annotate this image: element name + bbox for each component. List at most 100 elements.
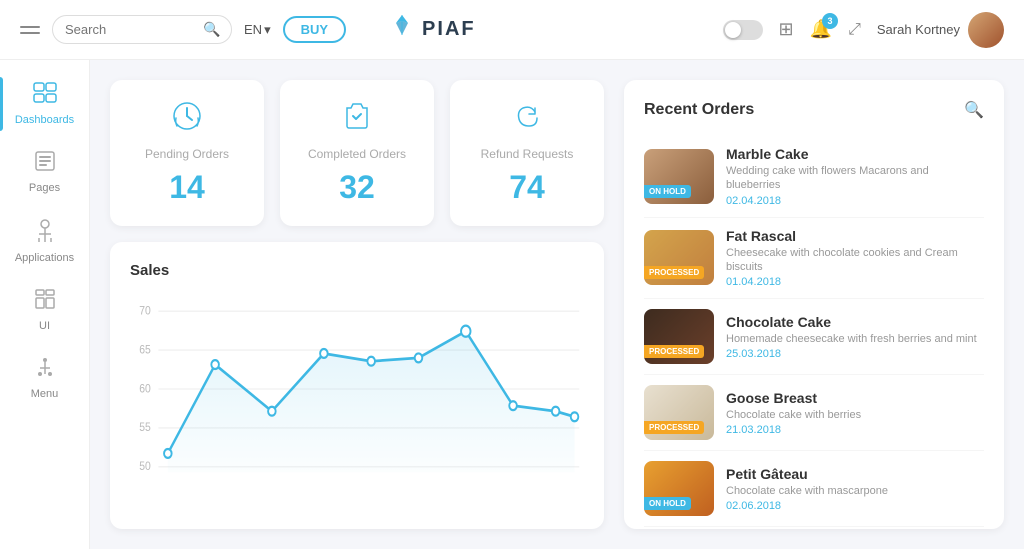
recent-orders-title: Recent Orders [644, 101, 754, 119]
chart-area: 70 65 60 55 50 [130, 289, 584, 489]
notification-badge: 3 [822, 13, 838, 29]
order-info: Fat Rascal Cheesecake with chocolate coo… [726, 228, 984, 289]
svg-text:60: 60 [139, 383, 151, 396]
pending-orders-icon [171, 100, 203, 139]
ui-icon [34, 288, 56, 316]
notification-bell[interactable]: 🔔 3 [810, 19, 832, 40]
logo-icon [388, 13, 416, 47]
order-date: 02.04.2018 [726, 195, 984, 207]
expand-icon[interactable]: ⤢ [848, 21, 861, 39]
orders-list: ON HOLD Marble Cake Wedding cake with fl… [644, 136, 984, 527]
language-selector[interactable]: EN ▾ [244, 22, 271, 38]
sales-chart-card: Sales 70 65 60 55 50 [110, 242, 604, 529]
hamburger-menu[interactable] [20, 26, 40, 34]
order-name: Marble Cake [726, 146, 984, 162]
pending-orders-value: 14 [169, 169, 205, 206]
order-date: 25.03.2018 [726, 348, 984, 360]
order-info: Chocolate Cake Homemade cheesecake with … [726, 314, 984, 360]
main-content: Pending Orders 14 Completed Orders 32 [90, 60, 1024, 549]
order-date: 02.06.2018 [726, 500, 984, 512]
recent-orders-header: Recent Orders 🔍 [644, 100, 984, 120]
stat-card-refund: Refund Requests 74 [450, 80, 604, 226]
header: 🔍 EN ▾ BUY PIAF ⊞ 🔔 3 ⤢ Sarah Kortney [0, 0, 1024, 60]
menu-icon [36, 356, 54, 384]
order-date: 01.04.2018 [726, 276, 984, 288]
left-panel: Pending Orders 14 Completed Orders 32 [110, 80, 604, 529]
applications-icon [34, 218, 56, 248]
pending-orders-label: Pending Orders [145, 147, 229, 161]
order-status-badge: ON HOLD [644, 185, 691, 198]
order-thumbnail: ON HOLD [644, 149, 714, 204]
order-description: Homemade cheesecake with fresh berries a… [726, 332, 984, 346]
sidebar-label-pages: Pages [29, 182, 60, 194]
panel-search-icon[interactable]: 🔍 [964, 100, 984, 120]
user-name: Sarah Kortney [877, 22, 960, 37]
order-name: Goose Breast [726, 390, 984, 406]
chart-title: Sales [130, 262, 584, 279]
svg-text:65: 65 [139, 344, 151, 357]
order-description: Cheesecake with chocolate cookies and Cr… [726, 246, 984, 275]
order-status-badge: PROCESSED [644, 345, 704, 358]
sidebar-item-menu[interactable]: Menu [0, 344, 89, 412]
search-box[interactable]: 🔍 [52, 15, 232, 44]
dashboard-icon [33, 82, 57, 110]
refund-requests-value: 74 [509, 169, 545, 206]
sidebar-label-ui: UI [39, 320, 50, 332]
sidebar-item-pages[interactable]: Pages [0, 138, 89, 206]
completed-orders-value: 32 [339, 169, 375, 206]
order-thumbnail: PROCESSED [644, 385, 714, 440]
order-item: PROCESSED Fat Rascal Cheesecake with cho… [644, 218, 984, 300]
recent-orders-panel: Recent Orders 🔍 ON HOLD Marble Cake Wedd… [624, 80, 1004, 529]
theme-toggle[interactable] [723, 20, 763, 40]
search-input[interactable] [65, 22, 195, 37]
completed-orders-icon [341, 100, 373, 139]
order-name: Fat Rascal [726, 228, 984, 244]
order-item: PROCESSED Goose Breast Chocolate cake wi… [644, 375, 984, 451]
svg-text:55: 55 [139, 422, 151, 435]
refund-requests-icon [511, 100, 543, 139]
sidebar-label-dashboards: Dashboards [15, 114, 74, 126]
buy-button[interactable]: BUY [283, 16, 346, 43]
stat-card-pending: Pending Orders 14 [110, 80, 264, 226]
order-name: Petit Gâteau [726, 466, 984, 482]
logo: PIAF [388, 13, 476, 47]
sidebar-item-applications[interactable]: Applications [0, 206, 89, 276]
order-thumbnail: ON HOLD [644, 461, 714, 516]
search-icon: 🔍 [203, 21, 220, 38]
pages-icon [34, 150, 56, 178]
header-right: ⊞ 🔔 3 ⤢ Sarah Kortney [723, 12, 1004, 48]
order-info: Marble Cake Wedding cake with flowers Ma… [726, 146, 984, 207]
logo-text: PIAF [422, 18, 476, 41]
order-item: PROCESSED Chocolate Cake Homemade cheese… [644, 299, 984, 375]
order-info: Petit Gâteau Chocolate cake with mascarp… [726, 466, 984, 512]
sidebar-item-ui[interactable]: UI [0, 276, 89, 344]
order-status-badge: PROCESSED [644, 266, 704, 279]
sidebar: Dashboards Pages [0, 60, 90, 549]
svg-text:70: 70 [139, 305, 151, 318]
svg-text:50: 50 [139, 460, 151, 473]
order-name: Chocolate Cake [726, 314, 984, 330]
stat-card-completed: Completed Orders 32 [280, 80, 434, 226]
body: Dashboards Pages [0, 60, 1024, 549]
grid-icon[interactable]: ⊞ [779, 19, 794, 40]
order-description: Chocolate cake with berries [726, 408, 984, 422]
order-date: 21.03.2018 [726, 424, 984, 436]
user-info[interactable]: Sarah Kortney [877, 12, 1004, 48]
order-status-badge: PROCESSED [644, 421, 704, 434]
sidebar-item-dashboards[interactable]: Dashboards [0, 70, 89, 138]
completed-orders-label: Completed Orders [308, 147, 406, 161]
order-thumbnail: PROCESSED [644, 309, 714, 364]
order-description: Chocolate cake with mascarpone [726, 484, 984, 498]
order-status-badge: ON HOLD [644, 497, 691, 510]
order-thumbnail: PROCESSED [644, 230, 714, 285]
sidebar-label-menu: Menu [31, 388, 59, 400]
toggle-knob [725, 22, 741, 38]
order-item: ON HOLD Marble Cake Wedding cake with fl… [644, 136, 984, 218]
order-info: Goose Breast Chocolate cake with berries… [726, 390, 984, 436]
order-item: ON HOLD Petit Gâteau Chocolate cake with… [644, 451, 984, 527]
chart-svg: 70 65 60 55 50 [130, 289, 584, 489]
sidebar-label-applications: Applications [15, 252, 74, 264]
refund-requests-label: Refund Requests [481, 147, 574, 161]
stats-row: Pending Orders 14 Completed Orders 32 [110, 80, 604, 226]
avatar [968, 12, 1004, 48]
